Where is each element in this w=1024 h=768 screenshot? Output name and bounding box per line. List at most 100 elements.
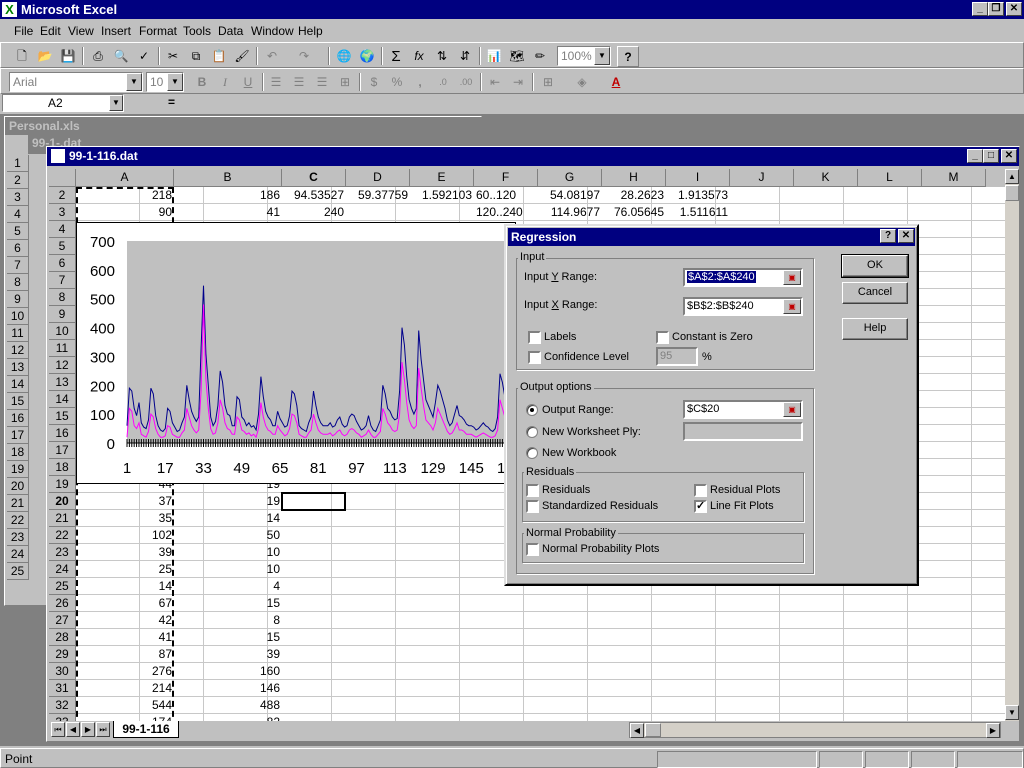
- row-header[interactable]: 9: [7, 291, 29, 308]
- column-header[interactable]: I: [666, 169, 730, 187]
- row-header[interactable]: 17: [7, 427, 29, 444]
- sort-descending-icon[interactable]: ⇵: [454, 46, 476, 67]
- menu-tools[interactable]: Tools: [183, 24, 211, 38]
- row-header[interactable]: 3: [49, 204, 76, 221]
- borders-icon[interactable]: ⊞: [537, 72, 559, 93]
- horizontal-scroll-thumb[interactable]: [645, 723, 661, 737]
- row-header[interactable]: 30: [49, 663, 76, 680]
- web-toolbar-icon[interactable]: 🌍: [356, 46, 378, 67]
- menu-file[interactable]: File: [14, 24, 33, 38]
- constant-zero-checkbox[interactable]: [656, 331, 669, 344]
- row-header[interactable]: 25: [7, 563, 29, 580]
- column-header[interactable]: G: [538, 169, 602, 187]
- row-header[interactable]: 10: [49, 323, 76, 340]
- function-icon[interactable]: fx: [408, 46, 430, 67]
- menu-help[interactable]: Help: [298, 24, 323, 38]
- cut-icon[interactable]: ✂: [162, 46, 184, 67]
- cell[interactable]: 160: [174, 663, 282, 680]
- app-restore-button[interactable]: ❐: [988, 2, 1004, 16]
- row-header[interactable]: 11: [49, 340, 76, 357]
- chevron-down-icon[interactable]: ▼: [109, 95, 123, 111]
- output-range-field[interactable]: $C$20 ▣: [683, 400, 803, 419]
- row-header[interactable]: 10: [7, 308, 29, 325]
- confidence-level-checkbox[interactable]: [528, 351, 541, 364]
- menu-window[interactable]: Window: [251, 24, 294, 38]
- row-header[interactable]: 12: [49, 357, 76, 374]
- cell[interactable]: [346, 204, 410, 221]
- spelling-icon[interactable]: ✓: [133, 46, 155, 67]
- row-header[interactable]: 28: [49, 629, 76, 646]
- row-header[interactable]: 14: [49, 391, 76, 408]
- app-minimize-button[interactable]: _: [972, 2, 988, 16]
- vertical-scrollbar[interactable]: ▲ ▼: [1005, 169, 1019, 721]
- office-assistant-icon[interactable]: ?: [617, 46, 639, 67]
- font-color-button[interactable]: A: [605, 72, 627, 93]
- cell[interactable]: 14: [174, 510, 282, 527]
- residuals-checkbox[interactable]: [526, 484, 539, 497]
- workbook-icon[interactable]: [51, 149, 65, 163]
- scroll-right-icon[interactable]: ▶: [986, 723, 1000, 738]
- dialog-close-button[interactable]: ✕: [898, 229, 914, 243]
- chevron-down-icon[interactable]: ▼: [594, 47, 610, 65]
- row-header[interactable]: 11: [7, 325, 29, 342]
- last-sheet-icon[interactable]: ⏭: [96, 722, 110, 737]
- row-header[interactable]: 3: [7, 189, 29, 206]
- menu-format[interactable]: Format: [139, 24, 177, 38]
- row-header[interactable]: 20: [7, 478, 29, 495]
- row-header[interactable]: 23: [49, 544, 76, 561]
- cell[interactable]: 41: [174, 204, 282, 221]
- row-header[interactable]: 19: [7, 461, 29, 478]
- range-picker-icon[interactable]: ▣: [783, 270, 801, 285]
- range-picker-icon[interactable]: ▣: [783, 299, 801, 314]
- increase-decimal-icon[interactable]: .0: [432, 72, 454, 93]
- decrease-decimal-icon[interactable]: .00: [455, 72, 477, 93]
- row-header[interactable]: 23: [7, 529, 29, 546]
- help-button[interactable]: Help: [842, 318, 908, 340]
- row-header[interactable]: 22: [49, 527, 76, 544]
- cell[interactable]: 1.511611: [666, 204, 730, 221]
- row-header[interactable]: 13: [7, 359, 29, 376]
- scroll-down-icon[interactable]: ▼: [1005, 705, 1019, 720]
- horizontal-scrollbar[interactable]: ◀ ▶: [629, 722, 1001, 738]
- row-header[interactable]: 25: [49, 578, 76, 595]
- prev-sheet-icon[interactable]: ◀: [66, 722, 80, 737]
- active-cell[interactable]: [281, 492, 346, 511]
- workbook-maximize-button[interactable]: □: [983, 149, 999, 163]
- input-x-range-field[interactable]: $B$2:$B$240 ▣: [683, 297, 803, 316]
- row-header[interactable]: 15: [7, 393, 29, 410]
- cell[interactable]: 488: [174, 697, 282, 714]
- copy-icon[interactable]: ⧉: [185, 46, 207, 67]
- next-sheet-icon[interactable]: ▶: [81, 722, 95, 737]
- row-header[interactable]: 19: [49, 476, 76, 493]
- cell[interactable]: 94.53527: [282, 187, 346, 204]
- column-header[interactable]: C: [282, 169, 346, 187]
- row-header[interactable]: 9: [49, 306, 76, 323]
- formula-equals-button[interactable]: =: [168, 95, 175, 109]
- map-icon[interactable]: 🗺: [506, 46, 528, 67]
- redo-icon[interactable]: ↷: [293, 46, 315, 67]
- column-header[interactable]: M: [922, 169, 986, 187]
- column-header[interactable]: K: [794, 169, 858, 187]
- row-header[interactable]: 16: [49, 425, 76, 442]
- row-header[interactable]: 20: [49, 493, 76, 510]
- cell[interactable]: 15: [174, 595, 282, 612]
- row-header[interactable]: 13: [49, 374, 76, 391]
- print-icon[interactable]: ⎙: [87, 46, 109, 67]
- currency-icon[interactable]: $: [363, 72, 385, 93]
- underline-button[interactable]: U: [237, 72, 259, 93]
- cell[interactable]: 76.05645: [602, 204, 666, 221]
- app-close-button[interactable]: ✕: [1006, 2, 1022, 16]
- italic-button[interactable]: I: [214, 72, 236, 93]
- cell[interactable]: 82: [174, 714, 282, 721]
- row-header[interactable]: 6: [49, 255, 76, 272]
- cell[interactable]: 60..120: [476, 187, 538, 204]
- scroll-left-icon[interactable]: ◀: [630, 723, 644, 738]
- cell[interactable]: 28.2623: [602, 187, 666, 204]
- row-header[interactable]: 14: [7, 376, 29, 393]
- workbook-minimize-button[interactable]: _: [967, 149, 983, 163]
- plot-area[interactable]: [127, 241, 505, 443]
- align-left-icon[interactable]: ☰: [265, 72, 287, 93]
- row-header[interactable]: 21: [49, 510, 76, 527]
- vertical-scroll-thumb[interactable]: [1005, 185, 1019, 201]
- column-header[interactable]: J: [730, 169, 794, 187]
